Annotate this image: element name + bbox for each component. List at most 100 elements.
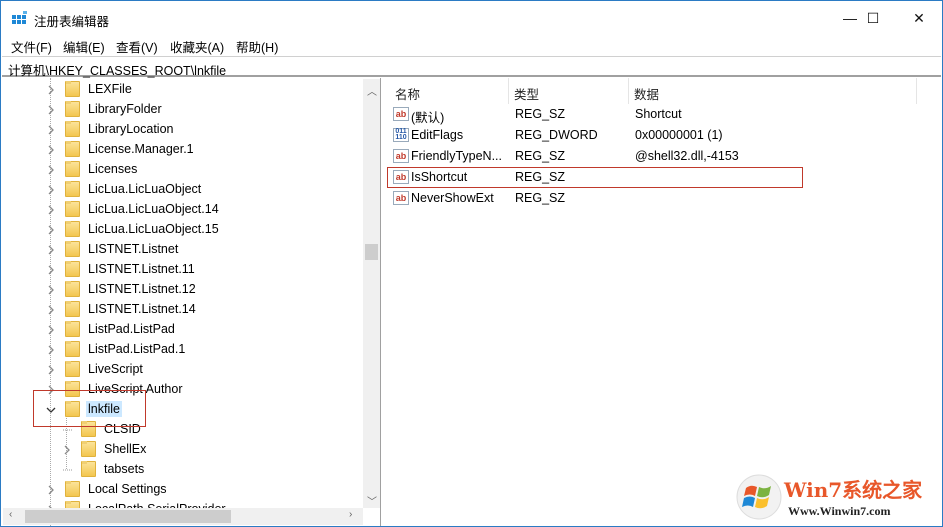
- value-type: REG_SZ: [515, 149, 566, 163]
- tree-item[interactable]: LiveScript: [46, 359, 145, 379]
- tree-item[interactable]: Licenses: [46, 159, 139, 179]
- windows-logo-icon: [736, 474, 782, 520]
- chevron-right-icon[interactable]: [46, 484, 56, 495]
- chevron-right-icon[interactable]: [62, 444, 72, 455]
- value-row[interactable]: ab (默认) REG_SZ Shortcut: [386, 104, 926, 125]
- menu-help[interactable]: 帮助(H): [236, 37, 278, 56]
- value-name: NeverShowExt: [411, 191, 494, 205]
- tree-item-label[interactable]: LibraryLocation: [86, 121, 175, 137]
- chevron-right-icon[interactable]: [46, 264, 56, 275]
- scroll-left-arrow-icon[interactable]: ‹: [9, 509, 12, 520]
- chevron-right-icon[interactable]: [46, 104, 56, 115]
- tree-item-label[interactable]: tabsets: [102, 461, 146, 477]
- chevron-right-icon[interactable]: [46, 344, 56, 355]
- folder-icon: [65, 361, 80, 377]
- chevron-right-icon[interactable]: [46, 164, 56, 175]
- tree-item-label[interactable]: LISTNET.Listnet: [86, 241, 180, 257]
- annotation-box-lnkfile: [33, 390, 146, 427]
- chevron-right-icon[interactable]: [46, 184, 56, 195]
- tree-vertical-scroll-thumb[interactable]: [365, 244, 378, 260]
- menu-favorites[interactable]: 收藏夹(A): [170, 37, 224, 56]
- tree-item-label[interactable]: ShellEx: [102, 441, 148, 457]
- tree-item-label[interactable]: LISTNET.Listnet.12: [86, 281, 198, 297]
- scroll-up-arrow-icon[interactable]: ︿: [367, 83, 377, 98]
- tree-connector-line: [62, 464, 72, 474]
- tree-item-label[interactable]: License.Manager.1: [86, 141, 196, 157]
- tree-item-label[interactable]: Local Settings: [86, 481, 169, 497]
- tree-item-label[interactable]: ListPad.ListPad: [86, 321, 177, 337]
- close-button[interactable]: ✕: [896, 1, 942, 35]
- tree-item[interactable]: LISTNET.Listnet.12: [46, 279, 198, 299]
- chevron-right-icon[interactable]: [46, 144, 56, 155]
- value-row[interactable]: 011 110 EditFlags REG_DWORD 0x00000001 (1): [386, 125, 926, 146]
- column-header-data[interactable]: 数据: [634, 84, 659, 103]
- tree-horizontal-scrollbar[interactable]: ‹ ›: [3, 508, 363, 525]
- tree-item[interactable]: LicLua.LicLuaObject: [46, 179, 203, 199]
- tree-item-label[interactable]: LEXFile: [86, 81, 134, 97]
- tree-item[interactable]: ListPad.ListPad.1: [46, 339, 187, 359]
- tree-item-label[interactable]: LiveScript: [86, 361, 145, 377]
- chevron-right-icon[interactable]: [46, 304, 56, 315]
- chevron-right-icon[interactable]: [46, 324, 56, 335]
- tree-item-label[interactable]: LicLua.LicLuaObject: [86, 181, 203, 197]
- chevron-right-icon[interactable]: [46, 124, 56, 135]
- tree-item[interactable]: LibraryLocation: [46, 119, 175, 139]
- column-divider[interactable]: [628, 78, 629, 104]
- folder-icon: [65, 181, 80, 197]
- menu-edit[interactable]: 编辑(E): [63, 37, 105, 56]
- tree-item[interactable]: tabsets: [62, 459, 146, 479]
- folder-icon: [81, 461, 96, 477]
- tree-item[interactable]: LISTNET.Listnet.14: [46, 299, 198, 319]
- tree-item[interactable]: License.Manager.1: [46, 139, 196, 159]
- chevron-right-icon[interactable]: [46, 224, 56, 235]
- tree-item[interactable]: ShellEx: [62, 439, 148, 459]
- chevron-right-icon[interactable]: [46, 364, 56, 375]
- tree-item-label[interactable]: LicLua.LicLuaObject.14: [86, 201, 221, 217]
- tree-item[interactable]: LISTNET.Listnet: [46, 239, 180, 259]
- menu-bar: 文件(F) 编辑(E) 查看(V) 收藏夹(A) 帮助(H): [1, 35, 942, 55]
- chevron-right-icon[interactable]: [46, 244, 56, 255]
- tree-item[interactable]: LISTNET.Listnet.11: [46, 259, 197, 279]
- tree-item-label[interactable]: Licenses: [86, 161, 139, 177]
- tree-item-label[interactable]: LicLua.LicLuaObject.15: [86, 221, 221, 237]
- value-row[interactable]: ab NeverShowExt REG_SZ: [386, 188, 926, 209]
- folder-icon: [65, 301, 80, 317]
- chevron-right-icon[interactable]: [46, 284, 56, 295]
- annotation-box-isshortcut: [387, 167, 803, 188]
- column-divider[interactable]: [916, 78, 917, 104]
- tree-item[interactable]: ListPad.ListPad: [46, 319, 177, 339]
- tree-item[interactable]: Local Settings: [46, 479, 169, 499]
- tree-item[interactable]: LEXFile: [46, 79, 134, 99]
- value-data: 0x00000001 (1): [635, 128, 723, 142]
- tree-item-label[interactable]: LISTNET.Listnet.14: [86, 301, 198, 317]
- tree-item-label[interactable]: ListPad.ListPad.1: [86, 341, 187, 357]
- string-value-icon: ab: [393, 149, 409, 163]
- folder-icon: [65, 201, 80, 217]
- column-header-name[interactable]: 名称: [395, 84, 420, 103]
- folder-icon: [65, 141, 80, 157]
- scroll-down-arrow-icon[interactable]: ﹀: [367, 493, 377, 508]
- value-name: (默认): [411, 111, 445, 125]
- tree-item-label[interactable]: LISTNET.Listnet.11: [86, 261, 197, 277]
- value-name: FriendlyTypeN...: [411, 149, 503, 163]
- maximize-button[interactable]: ☐: [850, 1, 896, 35]
- registry-editor-window: 注册表编辑器 — ☐ ✕ 文件(F) 编辑(E) 查看(V) 收藏夹(A) 帮助…: [0, 0, 943, 527]
- tree-horizontal-scroll-thumb[interactable]: [25, 510, 231, 523]
- folder-icon: [65, 481, 80, 497]
- menu-view[interactable]: 查看(V): [116, 37, 158, 56]
- column-header-type[interactable]: 类型: [514, 84, 539, 103]
- scroll-right-arrow-icon[interactable]: ›: [349, 509, 352, 520]
- value-row[interactable]: ab FriendlyTypeN... REG_SZ @shell32.dll,-41…: [386, 146, 926, 167]
- address-bar[interactable]: 计算机\HKEY_CLASSES_ROOT\lnkfile: [2, 56, 941, 78]
- menu-file[interactable]: 文件(F): [11, 37, 52, 56]
- chevron-right-icon[interactable]: [46, 84, 56, 95]
- column-divider[interactable]: [508, 78, 509, 104]
- chevron-right-icon[interactable]: [46, 204, 56, 215]
- tree-item[interactable]: LicLua.LicLuaObject.15: [46, 219, 221, 239]
- folder-icon: [65, 161, 80, 177]
- tree-item[interactable]: LibraryFolder: [46, 99, 164, 119]
- tree-vertical-scrollbar[interactable]: ︿ ﹀: [363, 79, 380, 508]
- tree-item-label[interactable]: LibraryFolder: [86, 101, 164, 117]
- folder-icon: [65, 121, 80, 137]
- tree-item[interactable]: LicLua.LicLuaObject.14: [46, 199, 221, 219]
